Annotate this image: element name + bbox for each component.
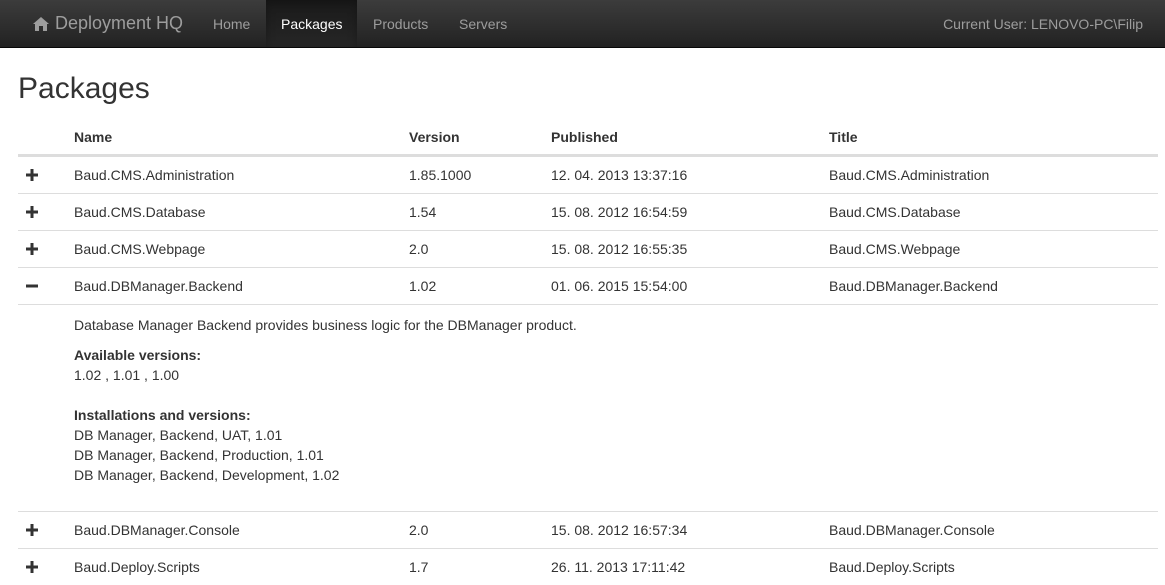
installation-item: DB Manager, Backend, Development, 1.02 xyxy=(74,467,340,483)
installation-item: DB Manager, Backend, UAT, 1.01 xyxy=(74,427,283,443)
package-name: Baud.DBManager.Console xyxy=(74,522,240,538)
column-header-published: Published xyxy=(551,129,618,145)
package-name: Baud.DBManager.Backend xyxy=(74,278,243,294)
table-row: Baud.CMS.Administration 1.85.1000 12. 04… xyxy=(18,156,1158,193)
package-title: Baud.Deploy.Scripts xyxy=(829,559,955,575)
table-row: Baud.CMS.Webpage 2.0 15. 08. 2012 16:55:… xyxy=(18,230,1158,267)
column-header-name: Name xyxy=(74,129,113,145)
current-user: Current User: LENOVO-PC\Filip xyxy=(943,15,1143,32)
nav-servers[interactable]: Servers xyxy=(459,0,507,47)
package-description: Database Manager Backend provides busine… xyxy=(74,317,577,333)
expand-plus-icon[interactable] xyxy=(26,561,38,573)
package-details: Database Manager Backend provides busine… xyxy=(18,304,1158,511)
package-version: 2.0 xyxy=(409,522,429,538)
brand-link[interactable]: Deployment HQ xyxy=(33,0,183,47)
home-icon xyxy=(33,16,49,31)
package-published: 15. 08. 2012 16:57:34 xyxy=(551,522,688,538)
package-version: 2.0 xyxy=(409,241,429,257)
expand-plus-icon[interactable] xyxy=(26,243,38,255)
package-published: 15. 08. 2012 16:54:59 xyxy=(551,204,688,220)
brand-label: Deployment HQ xyxy=(55,13,184,33)
package-published: 01. 06. 2015 15:54:00 xyxy=(551,278,688,294)
package-title: Baud.CMS.Administration xyxy=(829,167,990,183)
package-name: Baud.Deploy.Scripts xyxy=(74,559,200,575)
page-title: Packages xyxy=(18,72,150,105)
nav-products[interactable]: Products xyxy=(373,0,428,47)
table-row-expanded: Baud.DBManager.Backend 1.02 01. 06. 2015… xyxy=(18,267,1158,304)
navbar: Deployment HQ Home Packages Products Ser… xyxy=(0,0,1165,48)
table-header: Name Version Published Title xyxy=(18,120,1158,156)
package-published: 12. 04. 2013 13:37:16 xyxy=(551,167,688,183)
package-version: 1.7 xyxy=(409,559,429,575)
available-versions-label: Available versions: xyxy=(74,347,202,363)
package-title: Baud.DBManager.Backend xyxy=(829,278,998,294)
package-name: Baud.CMS.Administration xyxy=(74,167,235,183)
package-name: Baud.CMS.Webpage xyxy=(74,241,206,257)
column-header-title: Title xyxy=(829,129,858,145)
package-title: Baud.CMS.Database xyxy=(829,204,961,220)
package-version: 1.54 xyxy=(409,204,437,220)
collapse-minus-icon[interactable] xyxy=(26,280,38,292)
packages-table: Name Version Published Title Baud.CMS.Ad… xyxy=(18,120,1158,585)
expand-plus-icon[interactable] xyxy=(26,206,38,218)
package-title: Baud.DBManager.Console xyxy=(829,522,995,538)
column-header-version: Version xyxy=(409,129,460,145)
package-published: 26. 11. 2013 17:11:42 xyxy=(551,559,686,575)
package-name: Baud.CMS.Database xyxy=(74,204,206,220)
installation-item: DB Manager, Backend, Production, 1.01 xyxy=(74,447,324,463)
table-row: Baud.CMS.Database 1.54 15. 08. 2012 16:5… xyxy=(18,193,1158,230)
table-row: Baud.DBManager.Console 2.0 15. 08. 2012 … xyxy=(18,511,1158,548)
package-published: 15. 08. 2012 16:55:35 xyxy=(551,241,688,257)
package-version: 1.85.1000 xyxy=(409,167,472,183)
table-row: Baud.Deploy.Scripts 1.7 26. 11. 2013 17:… xyxy=(18,548,1158,585)
package-version: 1.02 xyxy=(409,278,437,294)
expand-plus-icon[interactable] xyxy=(26,524,38,536)
nav-home[interactable]: Home xyxy=(213,0,250,47)
expand-plus-icon[interactable] xyxy=(26,169,38,181)
installations-label: Installations and versions: xyxy=(74,407,251,423)
available-versions: 1.02 , 1.01 , 1.00 xyxy=(74,367,180,383)
package-title: Baud.CMS.Webpage xyxy=(829,241,961,257)
nav-packages[interactable]: Packages xyxy=(266,0,358,47)
